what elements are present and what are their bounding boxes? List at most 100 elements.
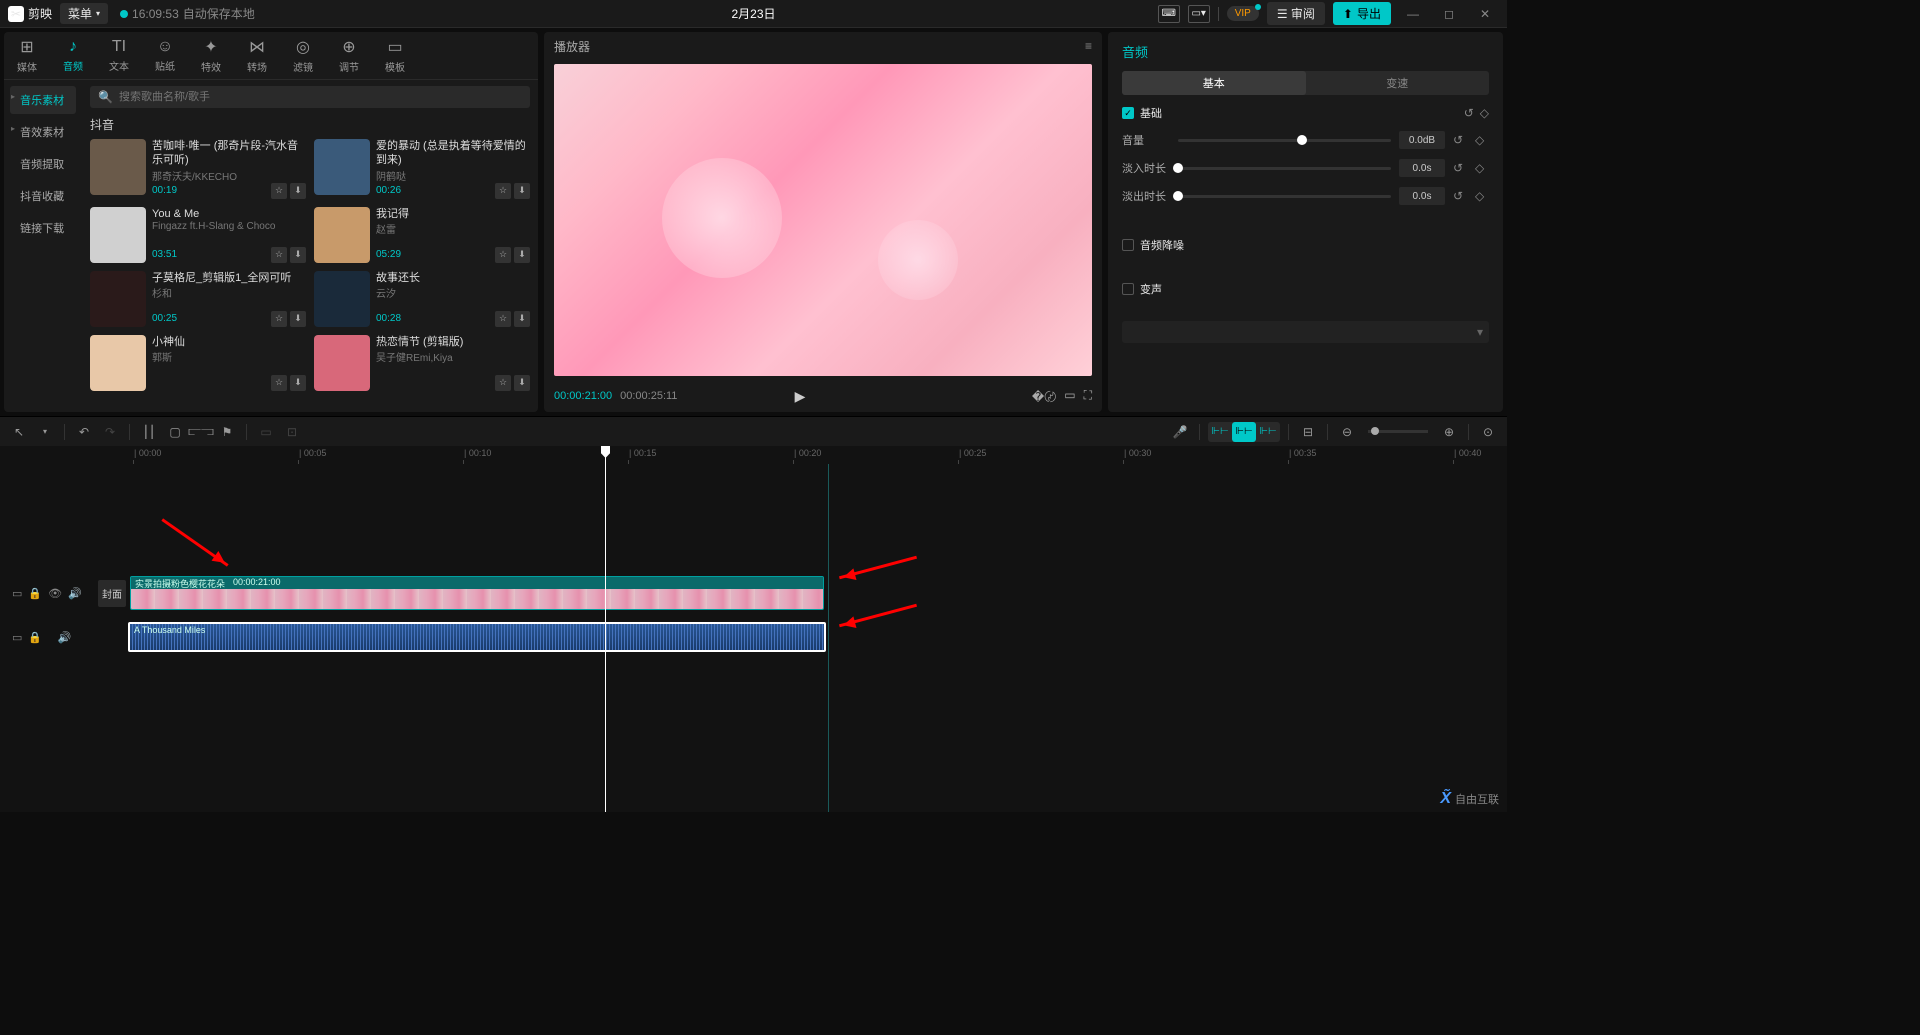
favorite-icon[interactable]: ☆: [495, 311, 511, 327]
voice-dropdown[interactable]: ▾: [1122, 321, 1489, 343]
favorite-icon[interactable]: ☆: [271, 183, 287, 199]
player-preview[interactable]: [554, 64, 1092, 376]
mute-icon[interactable]: 🔊: [58, 631, 72, 644]
reset-icon[interactable]: ↺: [1453, 189, 1467, 203]
vip-badge[interactable]: VIP: [1227, 6, 1259, 21]
music-item[interactable]: 故事还长 云汐 00:28 ☆ ⬇: [314, 271, 530, 327]
volume-slider[interactable]: [1178, 139, 1391, 142]
music-item[interactable]: 小神仙 郭斯 ☆ ⬇: [90, 335, 306, 391]
asset-tab-模板[interactable]: ▭模板: [372, 32, 418, 79]
time-ruler[interactable]: | 00:00| 00:05| 00:10| 00:15| 00:20| 00:…: [98, 446, 1507, 464]
download-icon[interactable]: ⬇: [290, 247, 306, 263]
favorite-icon[interactable]: ☆: [495, 375, 511, 391]
video-clip[interactable]: 实景拍摄粉色樱花花朵 00:00:21:00: [130, 576, 824, 610]
maximize-button[interactable]: ◻: [1435, 4, 1463, 24]
asset-tab-媒体[interactable]: ⊞媒体: [4, 32, 50, 79]
fadeout-value[interactable]: 0.0s: [1399, 187, 1445, 205]
menu-button[interactable]: 菜单▾: [60, 3, 108, 24]
reset-icon[interactable]: ↺: [1464, 106, 1474, 120]
favorite-icon[interactable]: ☆: [271, 375, 287, 391]
music-thumbnail[interactable]: [90, 139, 146, 195]
music-item[interactable]: You & Me Fingazz ft.H-Slang & Choco 03:5…: [90, 207, 306, 263]
snap-opt-2[interactable]: ⊩⊢: [1232, 422, 1256, 442]
asset-tab-文本[interactable]: TI文本: [96, 32, 142, 79]
music-item[interactable]: 热恋情节 (剪辑版) 吴子健REmi,Kiya ☆ ⬇: [314, 335, 530, 391]
mute-icon[interactable]: 🔊: [68, 587, 82, 600]
tab-basic[interactable]: 基本: [1122, 71, 1306, 95]
snap-opt-3[interactable]: ⊩⊢: [1256, 422, 1280, 442]
music-thumbnail[interactable]: [314, 335, 370, 391]
favorite-icon[interactable]: ☆: [271, 311, 287, 327]
favorite-icon[interactable]: ☆: [495, 247, 511, 263]
delete-tool[interactable]: ▢: [164, 421, 186, 443]
sidenav-抖音收藏[interactable]: 抖音收藏: [10, 182, 76, 210]
split-tool[interactable]: ⎮⎮: [138, 421, 160, 443]
basic-checkbox[interactable]: 基础: [1122, 105, 1162, 121]
flag-tool[interactable]: ⚑: [216, 421, 238, 443]
play-button[interactable]: ▶: [795, 388, 806, 405]
music-item[interactable]: 子莫格尼_剪辑版1_全网可听 杉和 00:25 ☆ ⬇: [90, 271, 306, 327]
align-icon[interactable]: ⊟: [1297, 421, 1319, 443]
keyframe-icon[interactable]: ◇: [1475, 189, 1489, 203]
music-thumbnail[interactable]: [90, 335, 146, 391]
denoise-checkbox[interactable]: 音频降噪: [1122, 237, 1489, 253]
asset-tab-音频[interactable]: ♪音频: [50, 32, 96, 79]
keyframe-icon[interactable]: ◇: [1475, 161, 1489, 175]
cover-label[interactable]: 封面: [98, 580, 126, 607]
music-item[interactable]: 爱的暴动 (总是执着等待爱情的到来) 阴鹤哒 00:26 ☆ ⬇: [314, 139, 530, 199]
asset-tab-调节[interactable]: ⊕调节: [326, 32, 372, 79]
asset-tab-贴纸[interactable]: ☺贴纸: [142, 32, 188, 79]
collapse-icon[interactable]: ▭: [12, 587, 22, 600]
cursor-tool[interactable]: ↖: [8, 421, 30, 443]
minimize-button[interactable]: —: [1399, 4, 1427, 24]
tab-speed[interactable]: 变速: [1306, 71, 1490, 95]
music-thumbnail[interactable]: [90, 271, 146, 327]
music-thumbnail[interactable]: [314, 207, 370, 263]
keyframe-icon[interactable]: ◇: [1475, 133, 1489, 147]
cursor-dropdown[interactable]: ▾: [34, 421, 56, 443]
keyframe-icon[interactable]: ◇: [1480, 106, 1489, 120]
lock-icon[interactable]: 🔒: [28, 631, 42, 644]
playhead[interactable]: [605, 446, 606, 812]
reset-icon[interactable]: ↺: [1453, 161, 1467, 175]
music-thumbnail[interactable]: [314, 271, 370, 327]
zoom-fit-icon[interactable]: ⊙: [1477, 421, 1499, 443]
favorite-icon[interactable]: ☆: [495, 183, 511, 199]
music-item[interactable]: 苦咖啡·唯一 (那奇片段-汽水音乐可听) 那奇沃夫/KKECHO 00:19 ☆…: [90, 139, 306, 199]
asset-tab-转场[interactable]: ⋈转场: [234, 32, 280, 79]
sidenav-音效素材[interactable]: ▸ 音效素材: [10, 118, 76, 146]
tool-a[interactable]: ▭: [255, 421, 277, 443]
volume-value[interactable]: 0.0dB: [1399, 131, 1445, 149]
download-icon[interactable]: ⬇: [290, 183, 306, 199]
download-icon[interactable]: ⬇: [514, 375, 530, 391]
tool-b[interactable]: ⊡: [281, 421, 303, 443]
music-thumbnail[interactable]: [314, 139, 370, 195]
zoom-slider[interactable]: [1368, 430, 1428, 433]
fullscreen-icon[interactable]: ⛶: [1084, 388, 1092, 405]
timeline[interactable]: | 00:00| 00:05| 00:10| 00:15| 00:20| 00:…: [0, 446, 1507, 812]
export-button[interactable]: ⬆导出: [1333, 2, 1391, 25]
download-icon[interactable]: ⬇: [514, 311, 530, 327]
download-icon[interactable]: ⬇: [514, 183, 530, 199]
asset-tab-特效[interactable]: ✦特效: [188, 32, 234, 79]
snap-toggle[interactable]: ⊩⊢ ⊩⊢ ⊩⊢: [1208, 422, 1280, 442]
crop-tool[interactable]: ⫍⫎: [190, 421, 212, 443]
music-item[interactable]: 我记得 赵雷 05:29 ☆ ⬇: [314, 207, 530, 263]
sidenav-链接下载[interactable]: 链接下载: [10, 214, 76, 242]
redo-button[interactable]: ↷: [99, 421, 121, 443]
mic-icon[interactable]: 🎤: [1169, 421, 1191, 443]
download-icon[interactable]: ⬇: [290, 311, 306, 327]
audio-clip[interactable]: A Thousand Miles: [128, 622, 826, 652]
close-button[interactable]: ✕: [1471, 4, 1499, 24]
player-menu-icon[interactable]: ≡: [1085, 39, 1092, 53]
download-icon[interactable]: ⬇: [514, 247, 530, 263]
fadein-value[interactable]: 0.0s: [1399, 159, 1445, 177]
sidenav-音频提取[interactable]: 音频提取: [10, 150, 76, 178]
project-title[interactable]: 2月23日: [731, 5, 775, 22]
favorite-icon[interactable]: ☆: [271, 247, 287, 263]
search-input[interactable]: [119, 91, 522, 103]
music-thumbnail[interactable]: [90, 207, 146, 263]
crop-icon[interactable]: �〄: [1032, 388, 1056, 405]
eye-icon[interactable]: 👁: [48, 587, 62, 600]
layout-icon[interactable]: ▭▾: [1188, 5, 1210, 23]
